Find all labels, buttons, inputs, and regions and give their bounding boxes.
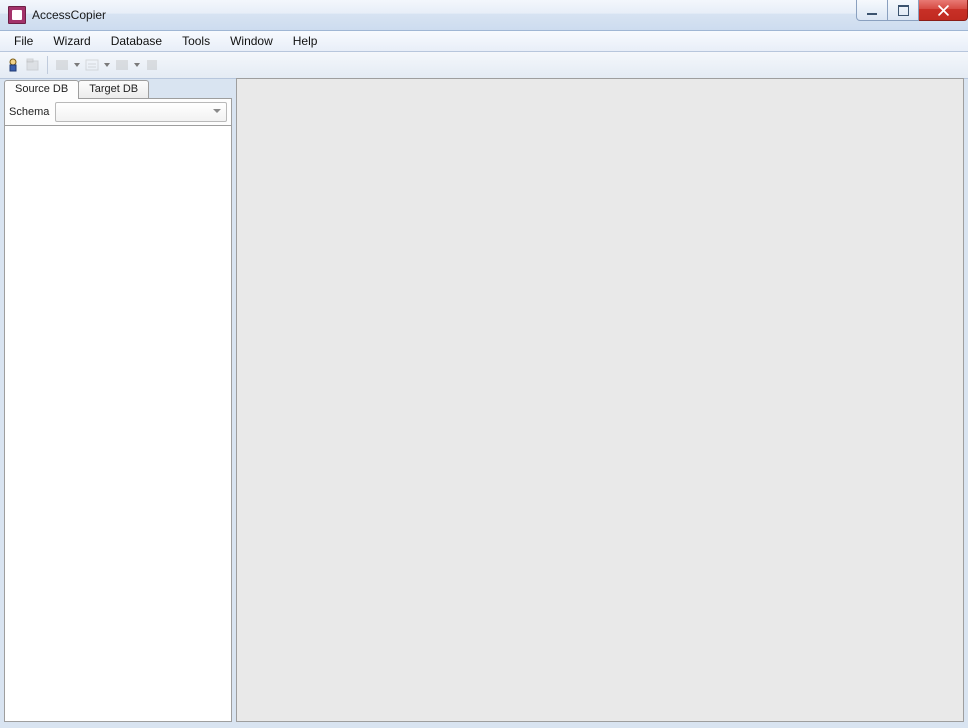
menu-file[interactable]: File	[4, 31, 43, 51]
window-controls	[856, 0, 968, 21]
toolbar	[0, 52, 968, 79]
toolbar-action1-dropdown[interactable]	[73, 56, 81, 74]
db-tabs: Source DB Target DB	[4, 78, 232, 98]
menu-database[interactable]: Database	[101, 31, 172, 51]
toolbar-separator	[47, 56, 48, 74]
toolbar-action1-icon[interactable]	[53, 56, 71, 74]
schema-select[interactable]	[55, 102, 227, 122]
menu-window[interactable]: Window	[220, 31, 283, 51]
toolbar-action2-icon[interactable]	[83, 56, 101, 74]
tab-target-db[interactable]: Target DB	[78, 80, 149, 98]
toolbar-action4-icon[interactable]	[143, 56, 161, 74]
schema-bar: Schema	[4, 98, 232, 126]
schema-label: Schema	[9, 106, 49, 118]
menu-help[interactable]: Help	[283, 31, 328, 51]
schema-tree[interactable]	[4, 126, 232, 722]
menu-wizard[interactable]: Wizard	[43, 31, 100, 51]
maximize-button[interactable]	[888, 0, 919, 21]
mdi-workspace	[236, 78, 964, 722]
title-bar: AccessCopier	[0, 0, 968, 31]
close-button[interactable]	[919, 0, 968, 21]
client-area: Source DB Target DB Schema	[4, 78, 964, 722]
toolbar-action3-dropdown[interactable]	[133, 56, 141, 74]
toolbar-action2-dropdown[interactable]	[103, 56, 111, 74]
tab-source-db[interactable]: Source DB	[4, 80, 79, 99]
app-icon	[8, 6, 26, 24]
menu-tools[interactable]: Tools	[172, 31, 220, 51]
left-panel: Source DB Target DB Schema	[4, 78, 232, 722]
toolbar-action3-icon[interactable]	[113, 56, 131, 74]
menu-bar: File Wizard Database Tools Window Help	[0, 31, 968, 52]
minimize-button[interactable]	[856, 0, 888, 21]
window-title: AccessCopier	[32, 8, 106, 22]
toolbar-wizard-icon[interactable]	[4, 56, 22, 74]
toolbar-open-icon[interactable]	[24, 56, 42, 74]
